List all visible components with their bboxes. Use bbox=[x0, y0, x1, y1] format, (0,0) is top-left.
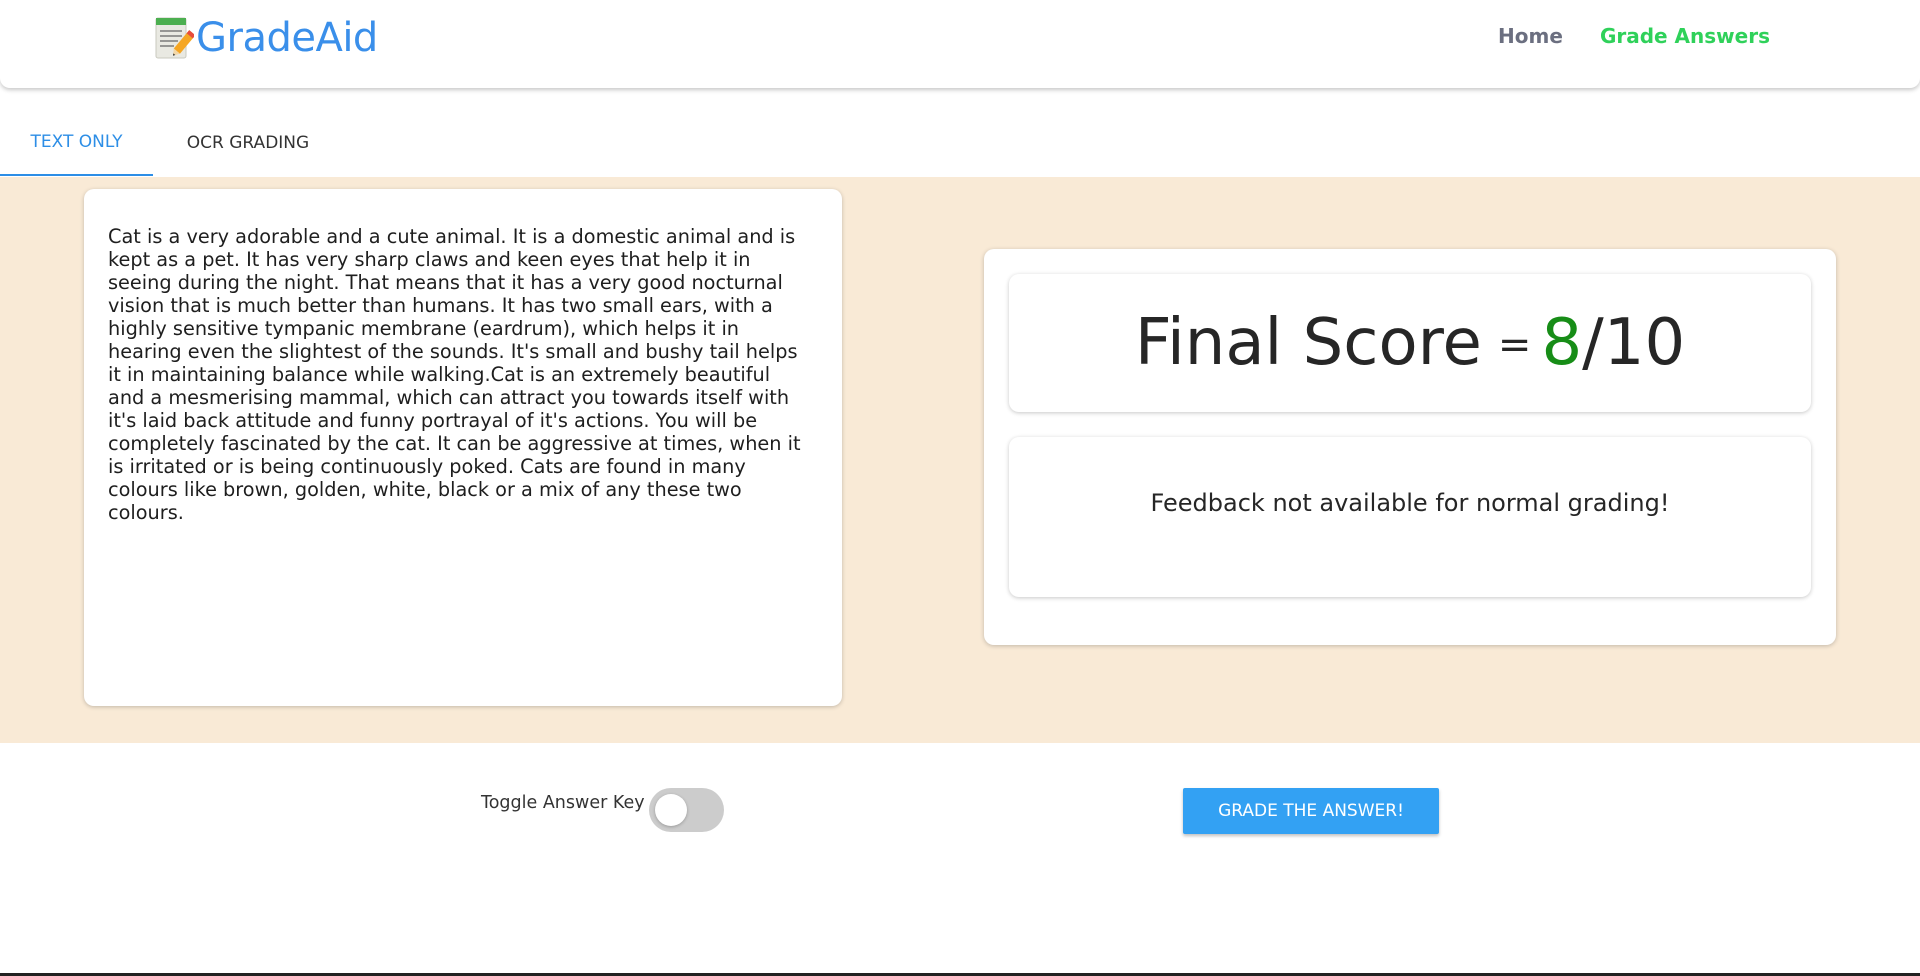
score-separator: / bbox=[1582, 306, 1604, 380]
score-value: 8 bbox=[1541, 306, 1583, 380]
nav-home-link[interactable]: Home bbox=[1498, 24, 1563, 48]
score-label: Final Score bbox=[1134, 306, 1482, 380]
answer-key-toggle-group: Toggle Answer Key bbox=[481, 788, 724, 832]
feedback-card: Feedback not available for normal gradin… bbox=[1009, 437, 1811, 597]
top-navbar: GradeAid Home Grade Answers bbox=[0, 0, 1920, 88]
toggle-answer-key-label: Toggle Answer Key bbox=[481, 793, 645, 813]
answer-key-toggle[interactable] bbox=[648, 788, 724, 832]
grading-mode-tabs: TEXT ONLY OCR GRADING bbox=[0, 110, 343, 176]
result-card: Final Score = 8/10 Feedback not available … bbox=[984, 249, 1836, 645]
feedback-text: Feedback not available for normal gradin… bbox=[1150, 489, 1670, 517]
tab-text-only[interactable]: TEXT ONLY bbox=[0, 110, 153, 176]
logo-text: GradeAid bbox=[196, 15, 378, 61]
nav-grade-answers-link[interactable]: Grade Answers bbox=[1600, 24, 1770, 48]
grade-answer-button[interactable]: GRADE THE ANSWER! bbox=[1183, 788, 1439, 834]
logo[interactable]: GradeAid bbox=[154, 14, 378, 62]
answer-text: Cat is a very adorable and a cute animal… bbox=[108, 225, 801, 524]
tab-ocr-grading[interactable]: OCR GRADING bbox=[153, 110, 343, 176]
score-max: 10 bbox=[1603, 306, 1686, 380]
main-nav: Home Grade Answers bbox=[1498, 24, 1770, 48]
score-card: Final Score = 8/10 bbox=[1009, 274, 1811, 412]
memo-pencil-icon bbox=[155, 17, 194, 59]
final-score: Final Score = 8/10 bbox=[1135, 306, 1685, 380]
answer-textarea[interactable]: Cat is a very adorable and a cute animal… bbox=[84, 189, 842, 706]
score-equals: = bbox=[1497, 322, 1532, 368]
grading-panel: Cat is a very adorable and a cute animal… bbox=[0, 177, 1920, 743]
toggle-knob bbox=[654, 794, 687, 826]
